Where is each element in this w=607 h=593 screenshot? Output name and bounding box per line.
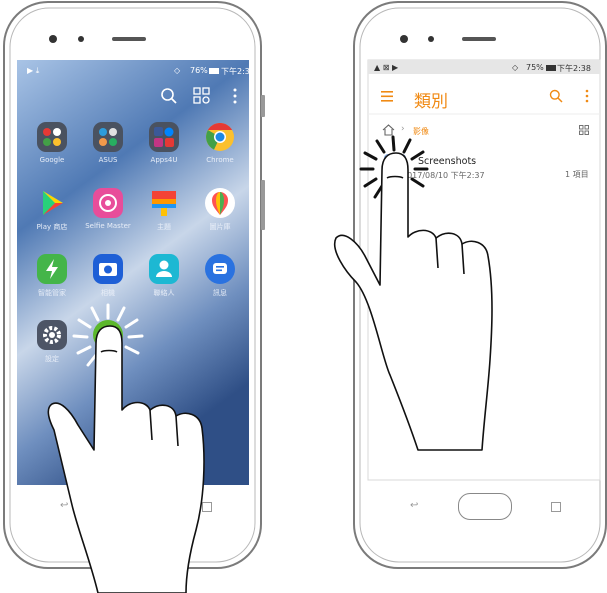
- right-hand: [333, 152, 493, 451]
- left-hand: [47, 325, 205, 593]
- gesture-overlay: [47, 135, 493, 593]
